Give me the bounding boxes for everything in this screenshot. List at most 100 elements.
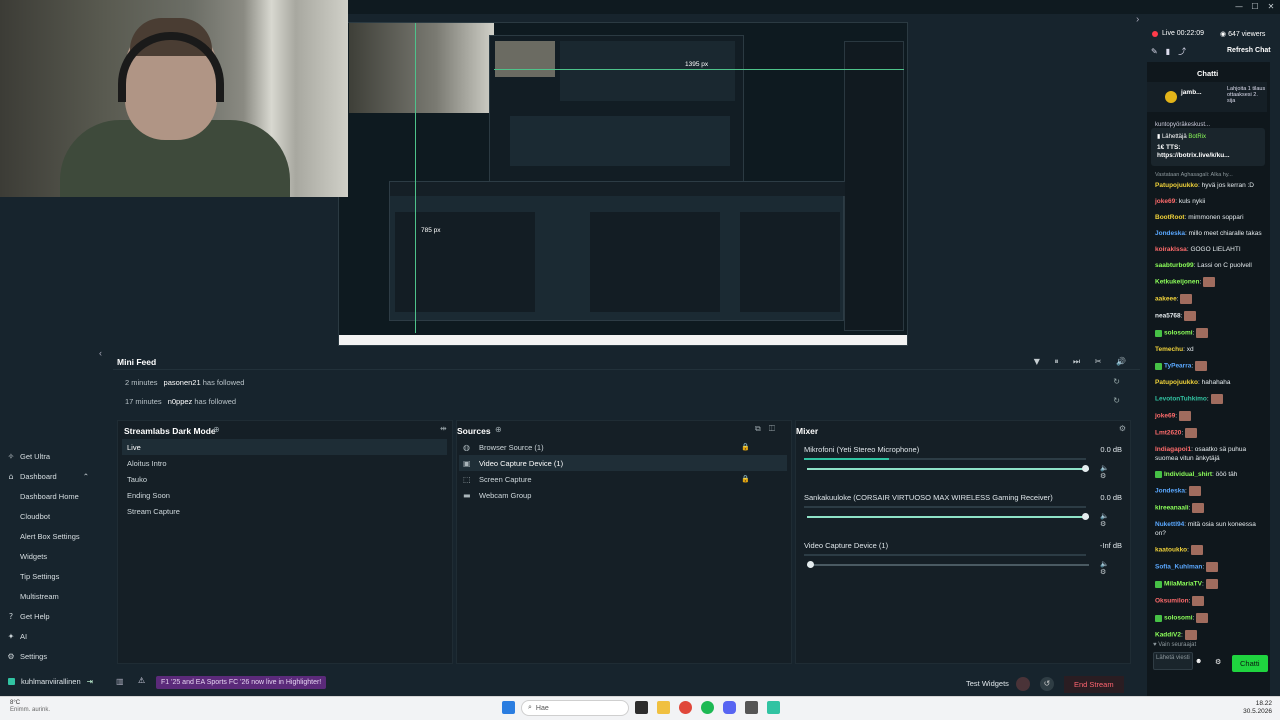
chat-username[interactable]: BootRoot bbox=[1155, 214, 1185, 221]
refresh-chat-button[interactable]: Refresh Chat bbox=[1227, 47, 1271, 54]
sidebar-item-get-ultra[interactable]: ✧ Get Ultra bbox=[0, 448, 100, 464]
lock-icon[interactable]: 🔒 bbox=[741, 443, 750, 451]
chat-username[interactable]: Jondeska bbox=[1155, 230, 1185, 237]
chat-username[interactable]: KaddiV2 bbox=[1155, 632, 1181, 639]
source-item[interactable]: ▬ Webcam Group bbox=[459, 487, 787, 503]
user-account[interactable]: kuhlmanviirallinen ⇥ bbox=[0, 673, 100, 689]
browser-icon[interactable] bbox=[679, 701, 692, 714]
add-scene-icon[interactable]: ⊕ bbox=[213, 425, 220, 434]
mute-settings-icons[interactable]: 🔈⚙ bbox=[1100, 512, 1122, 528]
task-view-icon[interactable] bbox=[635, 701, 648, 714]
pinned-gift[interactable]: jamb... Lahjoita 1 tilaus ottaaksesi 2. … bbox=[1147, 82, 1267, 112]
chat-username[interactable]: MilaMariaTV bbox=[1164, 581, 1202, 588]
end-stream-button[interactable]: End Stream bbox=[1064, 676, 1124, 693]
chat-message[interactable]: koiraklssa: GOGO LIELAHTI bbox=[1147, 245, 1265, 254]
chat-username[interactable]: Individual_shirt bbox=[1164, 471, 1212, 478]
sidebar-item-dashboard[interactable]: ⌂ Dashboard ⌃ bbox=[0, 468, 100, 484]
emote-icon[interactable]: ☻ bbox=[1195, 658, 1202, 665]
chat-message[interactable]: Lmt2620: bbox=[1147, 428, 1265, 438]
weather-widget[interactable]: 8°C Enimm. aurink. bbox=[10, 700, 50, 714]
expand-chat-arrow-icon[interactable]: › bbox=[1136, 14, 1139, 25]
chat-username[interactable]: aakeee bbox=[1155, 296, 1177, 303]
sidebar-item-ai[interactable]: ✦ AI bbox=[0, 628, 100, 644]
source-item[interactable]: ▣ Video Capture Device (1) bbox=[459, 455, 787, 471]
chat-message[interactable]: Ketkukeijonen: bbox=[1147, 277, 1265, 287]
chat-message[interactable]: joke69: kuls nykii bbox=[1147, 197, 1265, 206]
mute-settings-icons[interactable]: 🔈⚙ bbox=[1100, 464, 1122, 480]
chat-message[interactable]: Nukettl94: mitä osia sun koneessa on? bbox=[1147, 520, 1265, 538]
app-icon[interactable] bbox=[745, 701, 758, 714]
chat-message[interactable]: Oksumilon: bbox=[1147, 596, 1265, 606]
sidebar-item-dashboard-home[interactable]: Dashboard Home bbox=[0, 488, 100, 504]
chat-message[interactable]: Patupojuukko: hahahaha bbox=[1147, 378, 1265, 387]
sidebar-item-multistream[interactable]: Multistream bbox=[0, 588, 100, 604]
scene-item[interactable]: Stream Capture bbox=[122, 503, 447, 519]
volume-slider-handle[interactable] bbox=[1082, 513, 1089, 520]
volume-slider[interactable] bbox=[807, 561, 1089, 568]
chat-username[interactable]: joke69 bbox=[1155, 198, 1175, 205]
streamlabs-icon[interactable] bbox=[767, 701, 780, 714]
chat-message[interactable]: Temechu: xd bbox=[1147, 345, 1265, 354]
chat-message[interactable]: BootRoot: mimmonen soppari bbox=[1147, 213, 1265, 222]
chat-message[interactable]: LevotonTuhkimo: bbox=[1147, 394, 1265, 404]
chat-username[interactable]: kireeanaali bbox=[1155, 505, 1189, 512]
volume-slider[interactable] bbox=[807, 513, 1089, 520]
stream-preview[interactable]: 1395 px 785 px bbox=[338, 22, 908, 346]
chat-message[interactable]: kireeanaali: bbox=[1147, 503, 1265, 513]
sidebar-item-settings[interactable]: ⚙ Settings bbox=[0, 648, 100, 664]
scene-item[interactable]: Ending Soon bbox=[122, 487, 447, 503]
taskbar-search[interactable]: ⌕ Hae bbox=[521, 700, 629, 716]
chat-username[interactable]: Jondeska bbox=[1155, 488, 1185, 495]
chat-username[interactable]: koiraklssa bbox=[1155, 246, 1187, 253]
volume-slider-handle[interactable] bbox=[1082, 465, 1089, 472]
source-tools-icon[interactable]: ⧉ ◫ bbox=[755, 424, 778, 434]
add-source-icon[interactable]: ⊕ bbox=[495, 425, 502, 434]
chat-message[interactable]: MilaMariaTV: bbox=[1147, 579, 1265, 589]
mixer-settings-icon[interactable]: ⚙ bbox=[1119, 424, 1126, 433]
chat-message[interactable]: solosomi: bbox=[1147, 328, 1265, 338]
discord-icon[interactable] bbox=[723, 701, 736, 714]
chat-username[interactable]: Ketkukeijonen bbox=[1155, 279, 1199, 286]
volume-slider[interactable] bbox=[807, 465, 1089, 472]
scene-item[interactable]: Live bbox=[122, 439, 447, 455]
performance-icon[interactable]: ▥ bbox=[116, 677, 124, 686]
preview-webcam[interactable] bbox=[349, 23, 494, 113]
sidebar-item-widgets[interactable]: Widgets bbox=[0, 548, 100, 564]
scene-item[interactable]: Aloitus Intro bbox=[122, 455, 447, 471]
source-item[interactable]: ◍ Browser Source (1) bbox=[459, 439, 787, 455]
chat-username[interactable]: nea5768 bbox=[1155, 313, 1181, 320]
chat-username[interactable]: Nukettl94 bbox=[1155, 521, 1184, 528]
chat-username[interactable]: TyPearra bbox=[1164, 363, 1191, 370]
chat-message[interactable]: aakeee: bbox=[1147, 294, 1265, 304]
chat-username[interactable]: Oksumilon bbox=[1155, 598, 1189, 605]
scene-item[interactable]: Tauko bbox=[122, 471, 447, 487]
sidebar-item-alert-box-settings[interactable]: Alert Box Settings bbox=[0, 528, 100, 544]
chat-message[interactable]: TyPearra: bbox=[1147, 361, 1265, 371]
minimize-button[interactable]: — bbox=[1232, 0, 1246, 14]
chat-message[interactable]: saabturbo99: Lassi on C puolvell bbox=[1147, 261, 1265, 270]
chat-username[interactable]: solosomi bbox=[1164, 330, 1193, 337]
replay-buffer-icon[interactable]: ↺ bbox=[1040, 677, 1054, 691]
test-widgets-button[interactable]: Test Widgets bbox=[966, 679, 1009, 688]
chat-message[interactable]: Individual_shirt: ööö täh bbox=[1147, 470, 1265, 479]
chat-message[interactable]: Jondeska: millo meet chiaralle takas bbox=[1147, 229, 1265, 238]
chevron-up-icon[interactable]: ⌃ bbox=[83, 472, 89, 481]
chat-username[interactable]: solosomi bbox=[1164, 615, 1193, 622]
chat-username[interactable]: Patupojuukko bbox=[1155, 182, 1198, 189]
chat-message[interactable]: KaddiV2: bbox=[1147, 630, 1265, 640]
chat-username[interactable]: Indiagapoi1 bbox=[1155, 446, 1191, 453]
chat-username[interactable]: kaatoukko bbox=[1155, 547, 1187, 554]
warning-icon[interactable]: ⚠ bbox=[138, 676, 145, 685]
chat-tools[interactable]: ✎▮⤴ bbox=[1151, 46, 1194, 57]
chat-username[interactable]: Sofia_Kuhlman bbox=[1155, 564, 1202, 571]
chat-username[interactable]: Lmt2620 bbox=[1155, 430, 1181, 437]
maximize-button[interactable]: ☐ bbox=[1248, 0, 1262, 14]
file-explorer-icon[interactable] bbox=[657, 701, 670, 714]
record-button[interactable] bbox=[1016, 677, 1030, 691]
collapse-arrow-icon[interactable]: ‹ bbox=[99, 348, 102, 358]
chat-message[interactable]: Jondeska: bbox=[1147, 486, 1265, 496]
chat-message[interactable]: nea5768: bbox=[1147, 311, 1265, 321]
preview-screen-capture[interactable] bbox=[489, 35, 744, 185]
mini-feed-controls[interactable]: ▼ ⏸ ⏭ ✂ 🔊 bbox=[1034, 357, 1132, 367]
chat-send-button[interactable]: Chatti bbox=[1232, 655, 1268, 672]
